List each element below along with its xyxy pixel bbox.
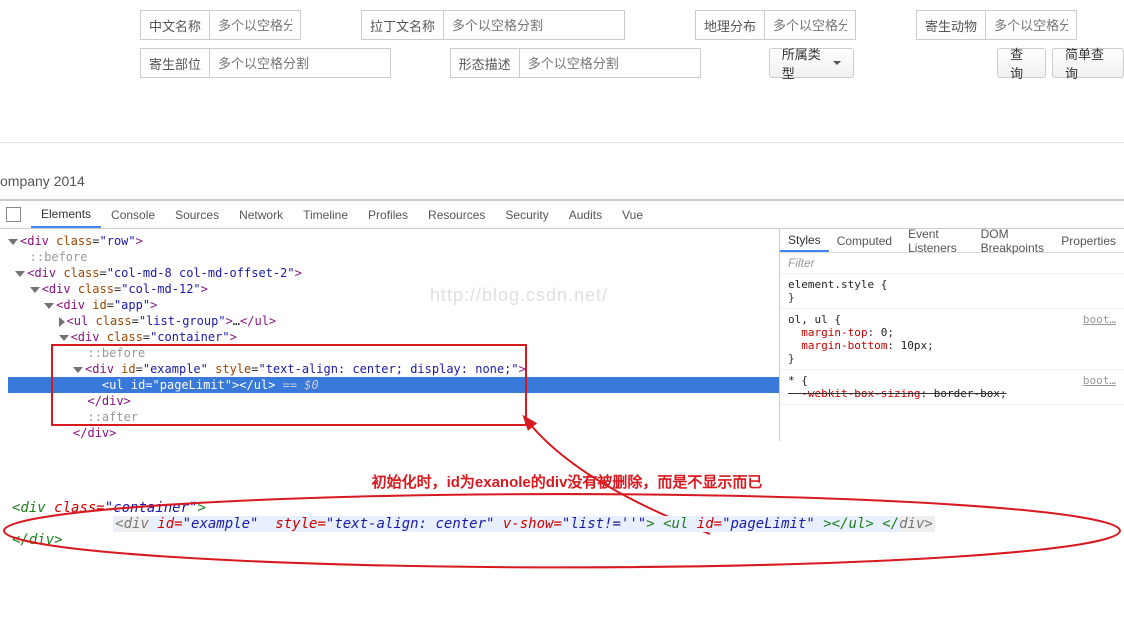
form-row-2: 寄生部位 形态描述 所属类型 查询 简单查询 [0, 44, 1124, 82]
field-latin-name: 拉丁文名称 [361, 10, 625, 40]
styles-tab-dombp[interactable]: DOM Breakpoints [973, 229, 1054, 252]
annotation-text: 初始化时，id为exanole的div没有被删除，而是不显示而已 [0, 441, 1124, 498]
label-morph: 形态描述 [451, 49, 520, 77]
field-geo: 地理分布 [695, 10, 856, 40]
dom-line[interactable]: <div id="example" style="text-align: cen… [8, 361, 779, 377]
dom-line[interactable]: <div class="row"> [8, 233, 779, 249]
tab-network[interactable]: Network [229, 201, 293, 228]
styles-tab-styles[interactable]: Styles [780, 229, 829, 252]
styles-tabs: Styles Computed Event Listeners DOM Brea… [780, 229, 1124, 253]
input-host-part[interactable] [210, 49, 390, 77]
inspect-icon[interactable] [6, 207, 21, 222]
field-host-animal: 寄生动物 [916, 10, 1077, 40]
code-line: <div id="example" style="text-align: cen… [12, 516, 1112, 532]
input-morph[interactable] [520, 49, 700, 77]
tab-profiles[interactable]: Profiles [358, 201, 418, 228]
field-host-part: 寄生部位 [140, 48, 391, 78]
dom-line-selected[interactable]: <ul id="pageLimit"></ul> == $0 [8, 377, 779, 393]
dom-tree[interactable]: http://blog.csdn.net/ <div class="row"> … [0, 229, 779, 441]
label-latin-name: 拉丁文名称 [362, 11, 444, 39]
tab-vue[interactable]: Vue [612, 201, 653, 228]
label-geo: 地理分布 [696, 11, 765, 39]
devtools-panel: Elements Console Sources Network Timelin… [0, 199, 1124, 441]
footer-text: ompany 2014 [0, 143, 1124, 199]
type-dropdown-label: 所属类型 [782, 44, 830, 82]
css-source-link[interactable]: boot… [1083, 374, 1116, 387]
tab-elements[interactable]: Elements [31, 201, 101, 228]
styles-filter[interactable]: Filter [780, 253, 1124, 274]
code-line: </div> [12, 532, 1112, 548]
search-form: 中文名称 拉丁文名称 地理分布 寄生动物 寄生部位 形态描述 [0, 0, 1124, 82]
devtools-tabs: Elements Console Sources Network Timelin… [0, 201, 1124, 229]
dom-line[interactable]: ::before [8, 249, 779, 265]
label-host-animal: 寄生动物 [917, 11, 986, 39]
styles-tab-computed[interactable]: Computed [829, 229, 900, 252]
field-morph: 形态描述 [450, 48, 701, 78]
input-cn-name[interactable] [210, 11, 300, 39]
dom-line[interactable]: <div id="app"> [8, 297, 779, 313]
devtools-body: http://blog.csdn.net/ <div class="row"> … [0, 229, 1124, 441]
input-geo[interactable] [765, 11, 855, 39]
source-code-block: <div class="container"> <div id="example… [12, 500, 1112, 548]
dom-line[interactable]: </div> [8, 425, 779, 441]
dom-line[interactable]: <div class="container"> [8, 329, 779, 345]
field-cn-name: 中文名称 [140, 10, 301, 40]
styles-tab-props[interactable]: Properties [1053, 229, 1124, 252]
form-row-1: 中文名称 拉丁文名称 地理分布 寄生动物 [0, 6, 1124, 44]
tab-security[interactable]: Security [495, 201, 558, 228]
dom-line[interactable]: ::before [8, 345, 779, 361]
dom-line[interactable]: <div class="col-md-8 col-md-offset-2"> [8, 265, 779, 281]
dom-line[interactable]: <ul class="list-group">…</ul> [8, 313, 779, 329]
tab-console[interactable]: Console [101, 201, 165, 228]
css-rule[interactable]: boot… * { -webkit-box-sizing: border-box… [780, 370, 1124, 405]
styles-panel: Styles Computed Event Listeners DOM Brea… [779, 229, 1124, 441]
css-rule[interactable]: boot… ol, ul { margin-top: 0; margin-bot… [780, 309, 1124, 370]
dom-line[interactable]: </div> [8, 393, 779, 409]
dom-line[interactable]: <div class="col-md-12"> [8, 281, 779, 297]
dom-line[interactable]: ::after [8, 409, 779, 425]
tab-resources[interactable]: Resources [418, 201, 495, 228]
button-group: 查询 简单查询 [997, 48, 1124, 78]
code-line: <div class="container"> [12, 500, 1112, 516]
search-button[interactable]: 查询 [997, 48, 1046, 78]
input-host-animal[interactable] [986, 11, 1076, 39]
tab-sources[interactable]: Sources [165, 201, 229, 228]
label-host-part: 寄生部位 [141, 49, 210, 77]
css-rule[interactable]: element.style { } [780, 274, 1124, 309]
styles-tab-listeners[interactable]: Event Listeners [900, 229, 973, 252]
chevron-down-icon [833, 61, 841, 65]
tab-audits[interactable]: Audits [559, 201, 612, 228]
css-source-link[interactable]: boot… [1083, 313, 1116, 326]
simple-search-button[interactable]: 简单查询 [1052, 48, 1124, 78]
tab-timeline[interactable]: Timeline [293, 201, 358, 228]
label-cn-name: 中文名称 [141, 11, 210, 39]
type-dropdown[interactable]: 所属类型 [769, 48, 855, 78]
input-latin-name[interactable] [444, 11, 624, 39]
